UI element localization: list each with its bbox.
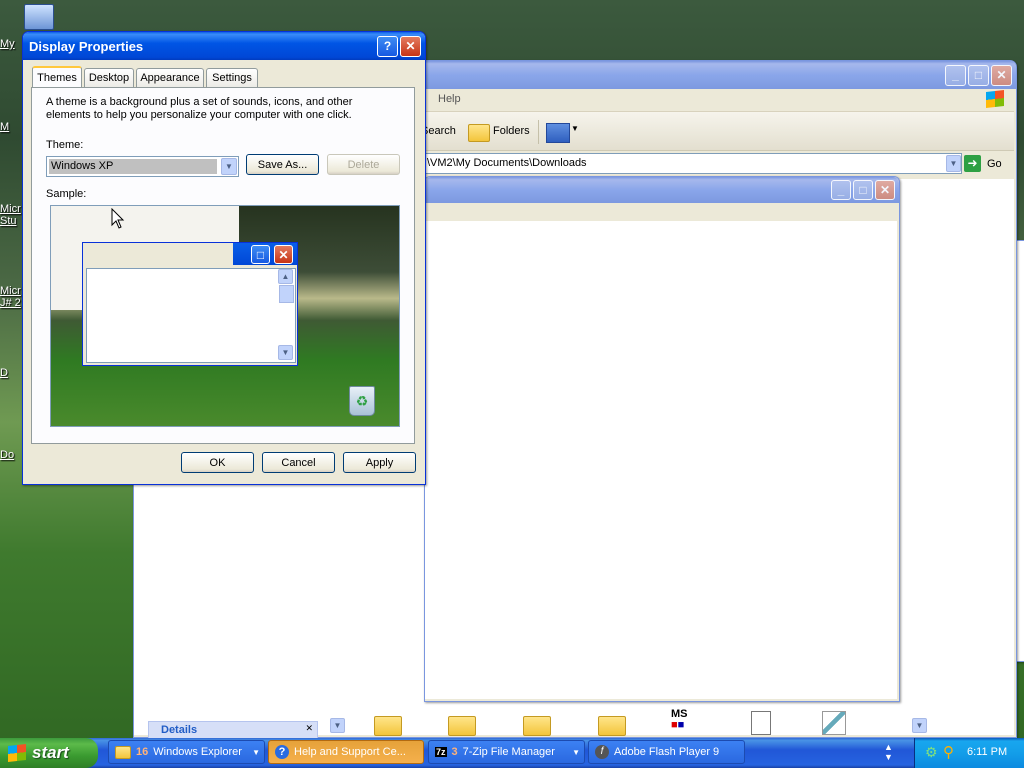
address-input[interactable]: \VM2\My Documents\Downloads ▼ (424, 153, 962, 174)
details-label: Details (161, 724, 198, 736)
mouse-cursor-icon (111, 208, 125, 229)
minimize-icon[interactable]: _ (945, 64, 966, 86)
scroll-down-icon: ▼ (278, 345, 293, 360)
folder-icon[interactable] (448, 716, 476, 736)
chevron-down-icon[interactable]: ▼ (946, 155, 961, 172)
network-icon[interactable]: ⚙ (925, 744, 938, 761)
system-tray: ⚙ ⚲ 6:11 PM (914, 738, 1024, 768)
text-file-icon[interactable] (751, 711, 771, 735)
go-button[interactable]: Go (987, 158, 1002, 170)
views-icon[interactable] (546, 123, 570, 143)
clock: 6:11 PM (967, 746, 1008, 758)
folder-icon[interactable] (598, 716, 626, 736)
start-label: start (32, 743, 69, 762)
tab-themes[interactable]: Themes (32, 66, 82, 87)
dialog-title: Display Properties (29, 38, 144, 54)
close-icon[interactable]: ✕ (400, 35, 421, 57)
chevron-down-icon: ▼ (252, 747, 260, 757)
search-button[interactable]: Search (421, 125, 456, 137)
chevron-down-icon[interactable]: ▼ (330, 718, 345, 733)
help-icon[interactable]: ? (377, 35, 398, 57)
theme-select[interactable]: Windows XP ▼ (46, 156, 239, 177)
theme-label: Theme: (46, 139, 84, 151)
computer-icon[interactable] (24, 4, 54, 30)
apply-button[interactable]: Apply (343, 452, 416, 473)
tab-desktop[interactable]: Desktop (84, 68, 134, 87)
paint-file-icon[interactable] (822, 711, 846, 735)
address-text: \VM2\My Documents\Downloads (427, 157, 587, 169)
delete-button[interactable]: Delete (327, 154, 400, 175)
inner-titlebar[interactable]: _ □ ✕ (425, 177, 899, 203)
toolbar-separator (538, 120, 539, 144)
taskbar-item-label: Help and Support Ce... (294, 746, 406, 758)
help-icon: ? (275, 745, 289, 759)
recycle-bin-icon: ♻ (349, 386, 375, 416)
scroll-up-icon: ▲ (278, 269, 293, 284)
cancel-button[interactable]: Cancel (262, 452, 335, 473)
chevron-down-icon[interactable]: ▼ (912, 718, 927, 733)
details-pane: Details ✕ (148, 721, 318, 739)
7zip-icon: 7z (435, 747, 447, 757)
close-icon: ✕ (274, 245, 293, 264)
taskbar-item-7zip[interactable]: 7z 3 7-Zip File Manager ▼ (428, 740, 585, 764)
theme-select-value: Windows XP (51, 160, 114, 172)
menu-help[interactable]: Help (438, 93, 461, 105)
taskbar-item-label: 7-Zip File Manager (462, 746, 555, 758)
display-properties-dialog[interactable]: Display Properties ? ✕ Themes Desktop Ap… (22, 31, 426, 485)
folder-icon[interactable] (523, 716, 551, 736)
folder-icon (115, 745, 131, 759)
group-count: 16 (136, 746, 149, 758)
maximize-icon[interactable]: □ (968, 64, 989, 86)
close-icon[interactable]: ✕ (991, 64, 1012, 86)
folders-button[interactable]: Folders (493, 125, 530, 137)
group-count: 3 (451, 746, 458, 758)
taskbar-item-help-and-support[interactable]: ? Help and Support Ce... (268, 740, 424, 764)
windows-logo-icon (8, 744, 26, 762)
chevron-down-icon[interactable]: ▼ (571, 124, 579, 133)
taskbar-item-flash-player[interactable]: f Adobe Flash Player 9 (588, 740, 745, 764)
folders-icon (468, 124, 490, 142)
sample-preview: □ ✕ ▲ ▼ ♻ (50, 205, 400, 427)
taskbar-item-windows-explorer[interactable]: 16 Windows Explorer ▼ (108, 740, 265, 764)
themes-panel: A theme is a background plus a set of so… (31, 87, 415, 444)
search-icon[interactable]: ⚲ (943, 743, 954, 761)
chevron-down-icon[interactable]: ▼ (221, 158, 237, 175)
dialog-titlebar[interactable]: Display Properties ? ✕ (23, 32, 425, 60)
msi-file-icon[interactable]: MS ■■ (671, 709, 699, 735)
preview-window: □ ✕ ▲ ▼ (82, 242, 298, 366)
inner-window[interactable]: _ □ ✕ (424, 176, 900, 702)
chevron-down-icon: ▼ (572, 747, 580, 757)
sample-label: Sample: (46, 188, 87, 200)
tab-settings[interactable]: Settings (206, 68, 258, 87)
inner-content (425, 221, 897, 699)
folder-icon[interactable] (374, 716, 402, 736)
tab-appearance[interactable]: Appearance (136, 68, 204, 87)
start-button[interactable]: start (0, 738, 98, 768)
maximize-icon[interactable]: □ (853, 180, 873, 200)
flash-icon: f (595, 745, 609, 759)
minimize-icon[interactable]: _ (831, 180, 851, 200)
windows-logo-icon (986, 90, 1004, 108)
close-icon[interactable]: ✕ (875, 180, 895, 200)
save-as-button[interactable]: Save As... (246, 154, 319, 175)
scroll-thumb (279, 285, 294, 303)
taskbar-item-label: Windows Explorer (153, 746, 242, 758)
close-icon[interactable]: ✕ (305, 723, 313, 734)
go-arrow-icon[interactable]: ➜ (964, 155, 981, 172)
maximize-icon: □ (251, 245, 270, 264)
taskbar-item-label: Adobe Flash Player 9 (614, 746, 720, 758)
inner-toolbar (425, 203, 897, 221)
theme-description: A theme is a background plus a set of so… (46, 96, 353, 121)
taskbar-scroll-icon[interactable]: ▲ ▼ (884, 742, 896, 762)
ok-button[interactable]: OK (181, 452, 254, 473)
